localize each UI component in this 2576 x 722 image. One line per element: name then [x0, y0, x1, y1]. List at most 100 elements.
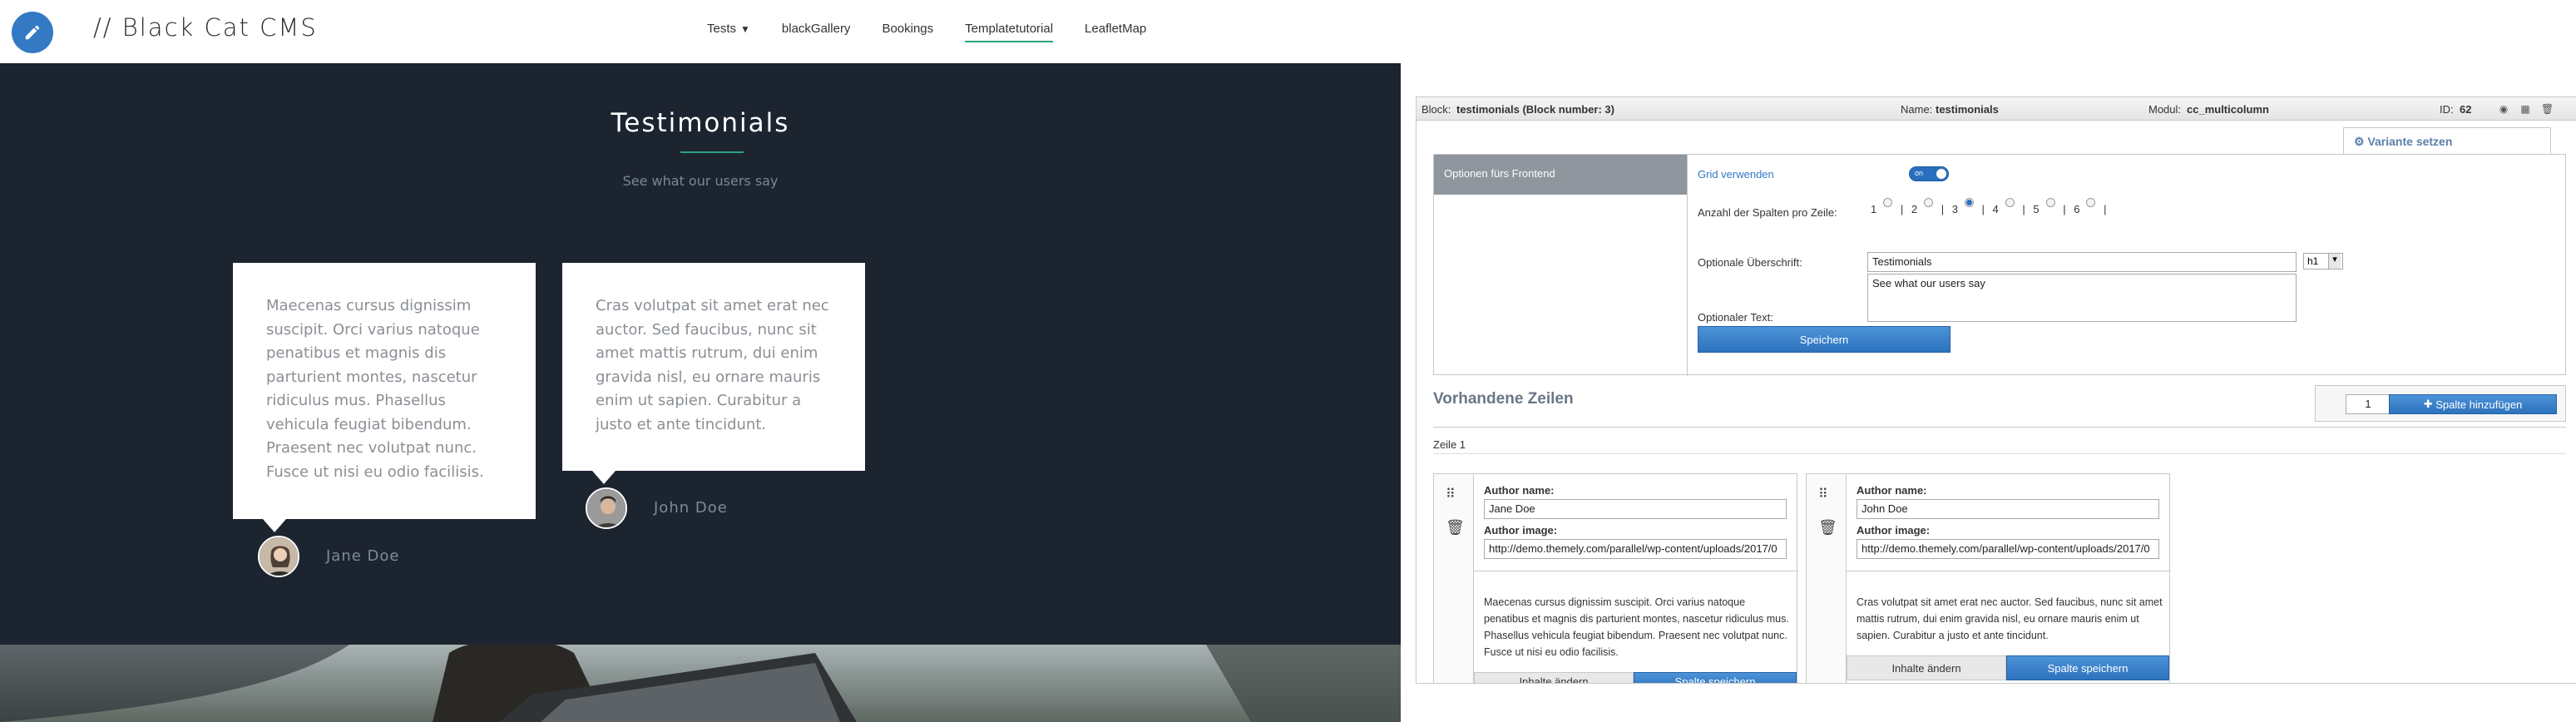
radio-divider: | — [1978, 203, 1988, 215]
columns-label: Anzahl der Spalten pro Zeile: — [1698, 206, 1837, 219]
radio-label: 5 — [2033, 203, 2040, 215]
site-header: // Black Cat CMS Tests ▼ blackGallery Boo… — [0, 0, 1401, 63]
nav-item-leafletmap[interactable]: LeafletMap — [1085, 22, 1146, 42]
nav-item-tests[interactable]: Tests ▼ — [707, 22, 750, 42]
avatar — [258, 536, 299, 577]
radio-divider: | — [2059, 203, 2069, 215]
grid-label: Grid verwenden — [1698, 168, 1774, 180]
author-name: Jane Doe — [326, 547, 400, 565]
radio-label: 6 — [2074, 203, 2080, 215]
trash-icon[interactable]: 🗑 — [2541, 103, 2554, 115]
column-radio-1[interactable] — [1883, 198, 1893, 207]
testimonial-card: Cras volutpat sit amet erat nec auctor. … — [562, 263, 865, 484]
author-name-input[interactable]: Jane Doe — [1484, 499, 1787, 519]
radio-label: 3 — [1951, 203, 1958, 215]
optional-text-input[interactable]: See what our users say — [1867, 274, 2297, 322]
column-text: Maecenas cursus dignissim suscipit. Orci… — [1484, 596, 1789, 658]
background-photo — [0, 645, 1401, 722]
nav-item-templatetutorial[interactable]: Templatetutorial — [965, 22, 1054, 42]
change-content-button[interactable]: Inhalte ändern — [1847, 655, 2006, 680]
column-side-tools: ⠿ 🗑 — [1807, 474, 1847, 683]
gear-icon: ⚙ — [2354, 135, 2368, 148]
radio-divider: | — [2100, 203, 2107, 215]
author-image-input[interactable]: http://demo.themely.com/parallel/wp-cont… — [1857, 539, 2159, 559]
divider — [1433, 453, 2566, 454]
author-name-input[interactable]: John Doe — [1857, 499, 2159, 519]
avatar — [586, 487, 627, 529]
drag-handle-icon[interactable]: ⠿ — [1818, 486, 1828, 502]
chevron-down-icon: ▼ — [740, 23, 750, 35]
variant-tab[interactable]: ⚙ Variante setzen — [2343, 127, 2551, 154]
add-column-button[interactable]: ✚ Spalte hinzufügen — [2389, 394, 2557, 414]
divider — [1433, 427, 2566, 428]
save-column-button[interactable]: Spalte speichern — [2006, 655, 2169, 680]
heading-input[interactable]: Testimonials — [1867, 252, 2297, 272]
pencil-logo-icon[interactable] — [12, 12, 53, 53]
column-radio-2[interactable] — [1924, 198, 1934, 207]
nav-label: Tests — [707, 22, 737, 36]
id-label: ID: — [2440, 103, 2454, 116]
drag-handle-icon[interactable]: ⠿ — [1446, 486, 1456, 502]
block-editor: Block: testimonials (Block number: 3) Na… — [1416, 96, 2576, 684]
eye-icon[interactable]: ◉ — [2498, 103, 2509, 115]
grid-toggle[interactable]: on — [1909, 166, 1949, 181]
heading-tag-select[interactable]: h1 — [2303, 253, 2343, 270]
name-label: Name: — [1901, 103, 1933, 116]
radio-label: 2 — [1911, 203, 1918, 215]
change-content-button[interactable]: Inhalte ändern — [1474, 672, 1634, 683]
plus-icon: ✚ — [2423, 398, 2436, 410]
author-image-input[interactable]: http://demo.themely.com/parallel/wp-cont… — [1484, 539, 1787, 559]
column-radio-4[interactable] — [2005, 198, 2015, 207]
radio-divider: | — [2019, 203, 2029, 215]
testimonial-text: Cras volutpat sit amet erat nec auctor. … — [596, 297, 829, 433]
column-side-tools: ⠿ 🗑 — [1434, 474, 1474, 683]
save-options-button[interactable]: Speichern — [1698, 326, 1951, 353]
main-nav: Tests ▼ blackGallery Bookings Templatetut… — [707, 22, 1146, 42]
title-underline — [680, 151, 744, 153]
row-label: Zeile 1 — [1433, 438, 1466, 451]
save-column-button[interactable]: Spalte speichern — [1634, 672, 1797, 683]
heading-label: Optionale Überschrift: — [1698, 256, 1802, 269]
website-preview: // Black Cat CMS Tests ▼ blackGallery Boo… — [0, 0, 1401, 722]
section-title: Testimonials — [611, 108, 790, 138]
trash-icon[interactable]: 🗑 — [1446, 519, 1465, 537]
nav-item-bookings[interactable]: Bookings — [882, 22, 933, 42]
column-text: Cras volutpat sit amet erat nec auctor. … — [1857, 596, 2163, 641]
column-radio-5[interactable] — [2045, 198, 2055, 207]
radio-label: 4 — [1992, 203, 1999, 215]
column-card: ⠿ 🗑 Author name: Jane Doe Author image: … — [1433, 473, 1798, 683]
id-value: 62 — [2460, 103, 2472, 116]
column-count-input[interactable]: 1 — [2346, 394, 2391, 414]
toggle-knob — [1936, 169, 1946, 179]
add-column-label: Spalte hinzufügen — [2435, 398, 2523, 411]
author-name-label: Author name: — [1484, 484, 1555, 497]
block-label: Block: — [1421, 103, 1451, 116]
radio-divider: | — [1897, 203, 1906, 215]
author-image-label: Author image: — [1857, 524, 1931, 537]
block-value: testimonials (Block number: 3) — [1456, 103, 1614, 116]
nav-item-blackgallery[interactable]: blackGallery — [782, 22, 851, 42]
modul-label: Modul: — [2148, 103, 2182, 116]
testimonial-text: Maecenas cursus dignissim suscipit. Orci… — [266, 297, 484, 481]
modul-value: cc_multicolumn — [2187, 103, 2269, 116]
cms-backend: Block: testimonials (Block number: 3) Na… — [1401, 0, 2576, 722]
radio-divider: | — [1938, 203, 1947, 215]
author-image-label: Author image: — [1484, 524, 1558, 537]
add-column-bar: 1 ✚ Spalte hinzufügen — [2315, 385, 2566, 422]
trash-icon[interactable]: 🗑 — [1818, 519, 1837, 537]
toggle-state: on — [1915, 169, 1924, 177]
column-radio-6[interactable] — [2086, 198, 2096, 207]
radio-label: 1 — [1871, 203, 1877, 215]
columns-radio-group: 1 | 2 | 3 | 4 | 5 | 6 | — [1871, 198, 2107, 215]
options-body: Grid verwenden on Anzahl der Spalten pro… — [1687, 155, 2567, 376]
frontend-options-panel: Optionen fürs Frontend Grid verwenden on… — [1433, 154, 2567, 376]
name-value: testimonials — [1936, 103, 1999, 116]
column-card: ⠿ 🗑 Author name: John Doe Author image: … — [1806, 473, 2171, 683]
column-radio-3[interactable] — [1964, 198, 1974, 207]
calendar-icon[interactable]: ▦ — [2519, 103, 2531, 115]
variant-label: Variante setzen — [2367, 135, 2453, 148]
text-label: Optionaler Text: — [1698, 311, 1773, 324]
author-name-label: Author name: — [1857, 484, 1927, 497]
author-name: John Doe — [654, 499, 728, 517]
site-brand[interactable]: // Black Cat CMS — [93, 13, 318, 42]
